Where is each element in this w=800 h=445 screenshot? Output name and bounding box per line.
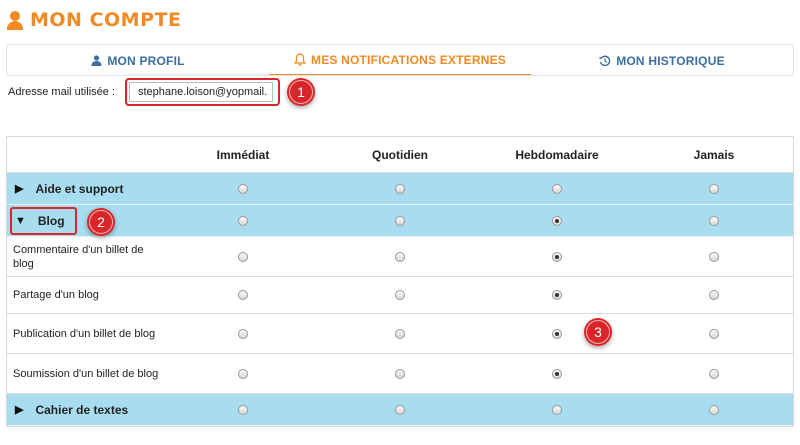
frequency-radio-quotidien[interactable] (395, 183, 405, 194)
frequency-radio-hebdomadaire[interactable] (552, 290, 562, 300)
tab-mes-notifications-externes[interactable]: MES NOTIFICATIONS EXTERNES (269, 45, 531, 76)
column-header-immediat: Immédiat (216, 148, 270, 162)
frequency-radio-hebdomadaire[interactable] (552, 368, 562, 379)
tab-mon-profil[interactable]: MON PROFIL (7, 45, 269, 76)
frequency-radio-immediat[interactable] (238, 368, 248, 379)
table-row: Commentaire d'un billet de blog (7, 237, 793, 277)
email-label: Adresse mail utilisée : (8, 86, 115, 98)
frequency-radio-hebdomadaire[interactable] (552, 215, 562, 226)
annotation-highlight-email (125, 78, 280, 106)
frequency-radio-quotidien[interactable] (395, 404, 405, 415)
frequency-radio-hebdomadaire[interactable] (552, 251, 562, 262)
column-header-hebdomadaire: Hebdomadaire (515, 148, 599, 162)
tab-label: MON PROFIL (107, 53, 185, 68)
frequency-radio-jamais[interactable] (709, 290, 719, 300)
item-label: Publication d'un billet de blog (7, 314, 177, 353)
frequency-radio-quotidien[interactable] (395, 290, 405, 300)
frequency-radio-quotidien[interactable] (395, 251, 405, 262)
table-row: Publication d'un billet de blog (7, 314, 793, 354)
frequency-radio-quotidien[interactable] (395, 328, 405, 339)
frequency-radio-jamais[interactable] (709, 368, 719, 379)
row-label-text: Aide et support (35, 181, 124, 196)
notifications-table: Immédiat Quotidien Hebdomadaire Jamais ▶… (6, 136, 794, 427)
frequency-radio-jamais[interactable] (709, 215, 719, 226)
user-icon (6, 10, 24, 30)
category-row[interactable]: ▼ Blog (7, 205, 793, 237)
item-label: Soumission d'un billet de blog (7, 354, 177, 393)
bell-icon (294, 53, 306, 66)
row-label-text: Cahier de textes (35, 402, 129, 417)
frequency-radio-immediat[interactable] (238, 251, 248, 262)
frequency-radio-immediat[interactable] (238, 404, 248, 415)
row-label-text: Commentaire d'un billet de blog (13, 243, 144, 270)
frequency-radio-quotidien[interactable] (395, 368, 405, 379)
tab-divider (6, 75, 794, 76)
table-row: Partage d'un blog (7, 277, 793, 314)
row-label-text: Soumission d'un billet de blog (13, 367, 159, 380)
history-icon (599, 55, 611, 67)
annotation-highlight-blog (10, 207, 77, 235)
caret-right-icon[interactable]: ▶ (15, 403, 23, 416)
category-row[interactable]: ▶ Aide et support (7, 173, 793, 205)
annotation-badge-2: 2 (87, 208, 115, 236)
frequency-radio-jamais[interactable] (709, 328, 719, 339)
column-header-quotidien: Quotidien (372, 148, 428, 162)
category-label: ▶ Aide et support (7, 173, 177, 204)
frequency-radio-immediat[interactable] (238, 215, 248, 226)
annotation-badge-3: 3 (584, 318, 612, 346)
tab-label: MON HISTORIQUE (616, 53, 725, 68)
frequency-radio-jamais[interactable] (709, 251, 719, 262)
frequency-radio-hebdomadaire[interactable] (552, 183, 562, 194)
table-row: Soumission d'un billet de blog (7, 354, 793, 394)
row-label-text: Publication d'un billet de blog (13, 327, 156, 340)
tab-mon-historique[interactable]: MON HISTORIQUE (531, 45, 793, 76)
page-title: MON COMPTE (30, 9, 182, 31)
page-header: MON COMPTE (0, 0, 800, 40)
annotation-badge-1: 1 (287, 78, 315, 106)
frequency-radio-hebdomadaire[interactable] (552, 404, 562, 415)
row-label-text: Partage d'un blog (13, 289, 99, 301)
frequency-radio-immediat[interactable] (238, 328, 248, 339)
frequency-radio-immediat[interactable] (238, 183, 248, 194)
frequency-radio-quotidien[interactable] (395, 215, 405, 226)
caret-right-icon[interactable]: ▶ (15, 182, 23, 195)
tab-bar: MON PROFIL MES NOTIFICATIONS EXTERNES MO… (6, 44, 794, 76)
category-row[interactable]: ▶ Cahier de textes (7, 394, 793, 426)
user-icon (91, 55, 102, 66)
table-body: ▶ Aide et support ▼ Blog Commentaire d'un bi… (7, 173, 793, 426)
column-header-jamais: Jamais (693, 148, 735, 162)
frequency-radio-hebdomadaire[interactable] (552, 328, 562, 339)
frequency-radio-jamais[interactable] (709, 404, 719, 415)
frequency-radio-immediat[interactable] (238, 290, 248, 300)
tab-label: MES NOTIFICATIONS EXTERNES (311, 52, 506, 67)
item-label: Commentaire d'un billet de blog (7, 237, 177, 276)
table-header-row: Immédiat Quotidien Hebdomadaire Jamais (7, 137, 793, 173)
frequency-radio-jamais[interactable] (709, 183, 719, 194)
item-label: Partage d'un blog (7, 277, 177, 313)
category-label: ▶ Cahier de textes (7, 394, 177, 425)
